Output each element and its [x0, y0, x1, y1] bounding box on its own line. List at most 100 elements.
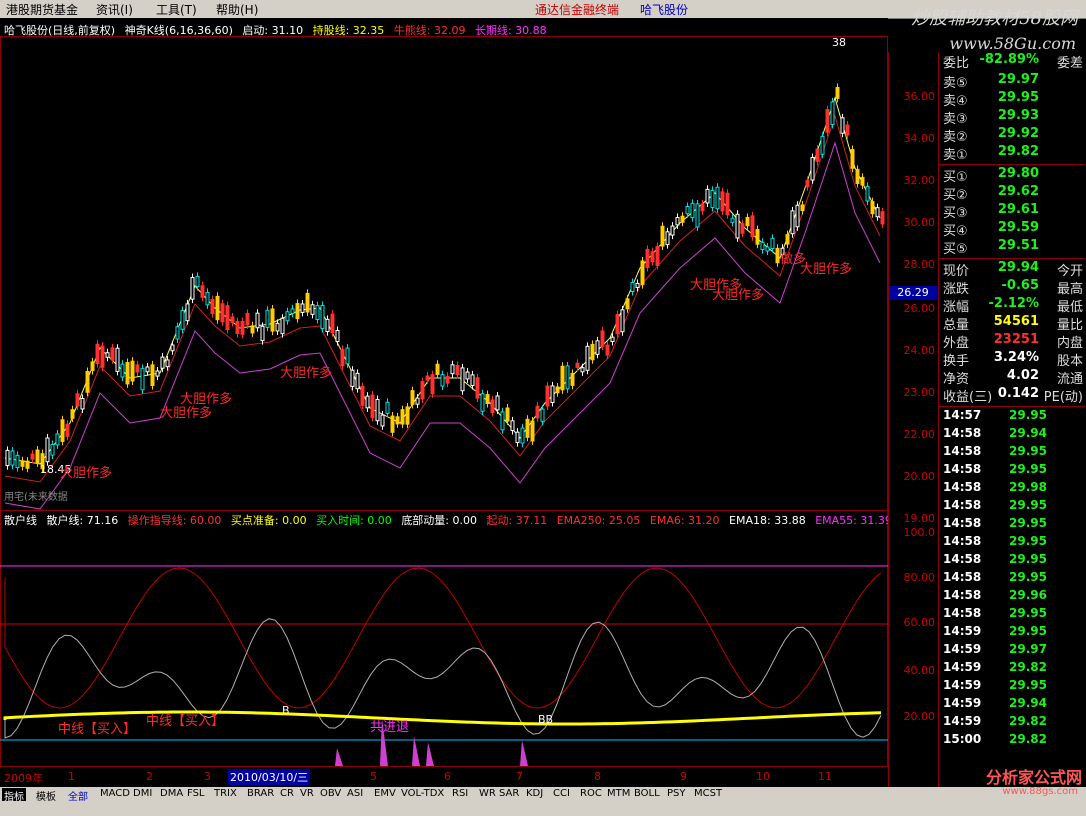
status-strip: [0, 802, 1086, 816]
tab-dma[interactable]: DMA: [158, 788, 185, 801]
y-tick: 20.00: [903, 470, 936, 483]
candle-body: [725, 192, 730, 216]
tab-kdj[interactable]: KDJ: [524, 788, 545, 801]
candle-body: [325, 318, 330, 333]
ind-annotation-bb: BB: [538, 713, 554, 726]
candle-body: [90, 361, 95, 372]
tab-row: 指标 模板 全部 MACD DMI DMA FSL TRIX BRAR CR VR OBV ASI EMV…: [0, 787, 1086, 803]
candle-body: [620, 309, 625, 333]
candle-body: [55, 433, 60, 446]
ind-y-tick: 40.00: [903, 664, 936, 677]
menu-item-hk-futures[interactable]: 港股期货基金: [6, 1, 78, 18]
tab-brar[interactable]: BRAR: [245, 788, 276, 801]
tab-全部[interactable]: 全部: [66, 788, 90, 803]
candle-body: [810, 157, 815, 181]
site-logo: 分析家公式网: [985, 768, 1082, 787]
tick-row: 14:59 29.82: [941, 714, 1085, 732]
tab-sar[interactable]: SAR: [497, 788, 521, 801]
y-tick: 36.00: [903, 90, 936, 103]
candle-body: [95, 343, 100, 365]
tab-boll[interactable]: BOLL: [632, 788, 662, 801]
tick-time: 14:59: [943, 678, 982, 692]
candle-body: [175, 326, 180, 340]
candle-body: [130, 360, 135, 382]
candle-body: [450, 364, 455, 375]
stock-title: 哈飞股份: [640, 3, 689, 17]
candle-body: [265, 309, 270, 328]
candle-body: [790, 210, 795, 235]
menu-item-help[interactable]: 帮助(H): [216, 1, 258, 18]
menu-item-tools[interactable]: 工具(T): [156, 1, 197, 18]
candle-body: [200, 285, 205, 298]
candle-body: [125, 361, 130, 385]
tab-roc[interactable]: ROC: [578, 788, 604, 801]
tab-模板[interactable]: 模板: [34, 788, 58, 803]
ind-annotation-buy: 中线【买入】: [146, 714, 225, 729]
tick-row: 14:58 29.95: [941, 606, 1085, 624]
candle-body: [195, 275, 200, 287]
tab-emv[interactable]: EMV: [372, 788, 398, 801]
candle-body: [835, 87, 840, 99]
tab-trix[interactable]: TRIX: [212, 788, 239, 801]
candle-body: [100, 345, 105, 368]
tab-vol-tdx[interactable]: VOL-TDX: [399, 788, 446, 801]
candle-body: [655, 246, 660, 267]
menu-item-news[interactable]: 资讯(I): [96, 1, 133, 18]
tab-rsi[interactable]: RSI: [450, 788, 470, 801]
tab-dmi[interactable]: DMI: [131, 788, 154, 801]
buy-label: 买④: [943, 224, 968, 239]
candle-body: [535, 405, 540, 419]
y-tick: 22.00: [903, 428, 936, 441]
tab-obv[interactable]: OBV: [318, 788, 343, 801]
stat-row: 涨跌 -0.65 最高: [941, 278, 1085, 297]
candle-body: [775, 247, 780, 264]
tab-mtm[interactable]: MTM: [605, 788, 632, 801]
candle-body: [50, 444, 55, 456]
candle-body: [155, 370, 160, 377]
y-tick: 32.00: [903, 174, 936, 187]
candle-body: [300, 303, 305, 313]
candlestick-chart[interactable]: [0, 18, 888, 787]
tick-row: 14:58 29.94: [941, 426, 1085, 444]
tab-vr[interactable]: VR: [298, 788, 316, 801]
stat-label: 涨幅: [943, 300, 970, 315]
tick-price: 29.82: [1009, 732, 1047, 746]
main-panel-border: [0, 36, 888, 511]
buy-label: 买⑤: [943, 242, 968, 257]
candle-body: [400, 409, 405, 425]
tab-asi[interactable]: ASI: [345, 788, 365, 801]
candle-body: [695, 203, 700, 228]
candle-body: [605, 344, 610, 356]
candle-body: [445, 375, 450, 384]
tick-time: 14:57: [943, 408, 982, 422]
y-tick: 23.00: [903, 386, 936, 399]
candle-body: [805, 179, 810, 188]
buy-label: 买③: [943, 206, 968, 221]
candle-body: [700, 203, 705, 212]
sell5-row: 卖⑤ 29.97: [941, 72, 1085, 91]
tab-cr[interactable]: CR: [278, 788, 296, 801]
info-hold-line: 持股线: 32.35: [312, 24, 385, 37]
tab-cci[interactable]: CCI: [551, 788, 572, 801]
tick-list[interactable]: 14:57 29.95 14:58 29.94 14:58 29.95 14:58 29.95…: [939, 408, 1085, 768]
chart-area[interactable]: [0, 18, 888, 787]
tick-row: 14:58 29.95: [941, 570, 1085, 588]
tab-macd[interactable]: MACD: [98, 788, 132, 801]
date-label: 6: [444, 770, 451, 783]
buy-price: 29.51: [997, 238, 1039, 253]
sell-label: 卖③: [943, 112, 968, 127]
ind-name: 散户线: [4, 514, 37, 527]
tick-row: 14:58 29.95: [941, 444, 1085, 462]
price-axis: 36.00 34.00 32.00 30.00 28.00 26.29 26.0…: [888, 52, 939, 787]
tab-fsl[interactable]: FSL: [185, 788, 207, 801]
tab-指标[interactable]: 指标: [2, 788, 26, 803]
tab-wr[interactable]: WR: [477, 788, 498, 801]
stat-label: 现价: [943, 264, 970, 279]
tab-psy[interactable]: PSY: [665, 788, 688, 801]
divider: [939, 164, 1085, 165]
candle-body: [720, 191, 725, 212]
stat-row: 总量 54561 量比: [941, 314, 1085, 333]
candle-body: [465, 371, 470, 380]
tab-mcst[interactable]: MCST: [692, 788, 724, 801]
candle-body: [590, 343, 595, 361]
